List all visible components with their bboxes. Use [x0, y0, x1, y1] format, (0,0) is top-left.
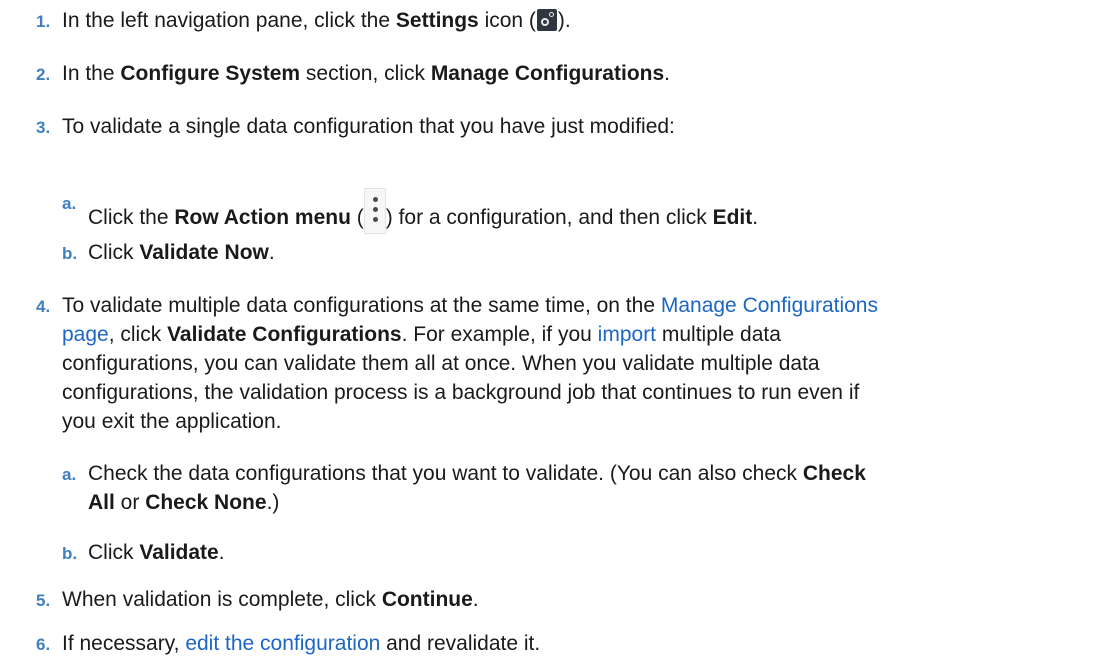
kebab-icon	[363, 188, 386, 234]
edit-configuration-link[interactable]: edit the configuration	[185, 632, 380, 655]
step-text: When validation is complete, click Conti…	[62, 588, 479, 611]
step-text: To validate multiple data configurations…	[62, 294, 878, 433]
substep-text: Check the data configurations that you w…	[88, 462, 866, 514]
step-text: In the Configure System section, click M…	[62, 62, 670, 85]
page-link[interactable]: page	[62, 323, 109, 346]
step-number: 2.	[36, 65, 51, 84]
step-number: 6.	[36, 635, 51, 654]
substep-text: Click Validate Now.	[88, 241, 275, 264]
step-number: 1.	[36, 12, 51, 31]
substep-letter: a.	[62, 194, 77, 213]
substep-text: Click the Row Action menu () for a confi…	[88, 188, 758, 234]
manage-configurations-link[interactable]: Manage Configurations	[661, 294, 878, 317]
gear-icon	[536, 9, 557, 31]
step-number: 4.	[36, 297, 51, 316]
import-link[interactable]: import	[598, 323, 656, 346]
settings-label: Settings	[395, 9, 479, 32]
step-text: If necessary, edit the configuration and…	[62, 632, 541, 655]
substep-letter: b.	[62, 544, 78, 563]
step-number: 3.	[36, 118, 51, 137]
substep-letter: a.	[62, 465, 77, 484]
step-text: To validate a single data configuration …	[62, 115, 675, 138]
document-page: 1. In the left navigation pane, click th…	[0, 0, 1107, 664]
step-number: 5.	[36, 591, 51, 610]
substep-text: Click Validate.	[88, 541, 225, 564]
substep-letter: b.	[62, 244, 78, 263]
step-text: In the left navigation pane, click the S…	[62, 9, 571, 32]
